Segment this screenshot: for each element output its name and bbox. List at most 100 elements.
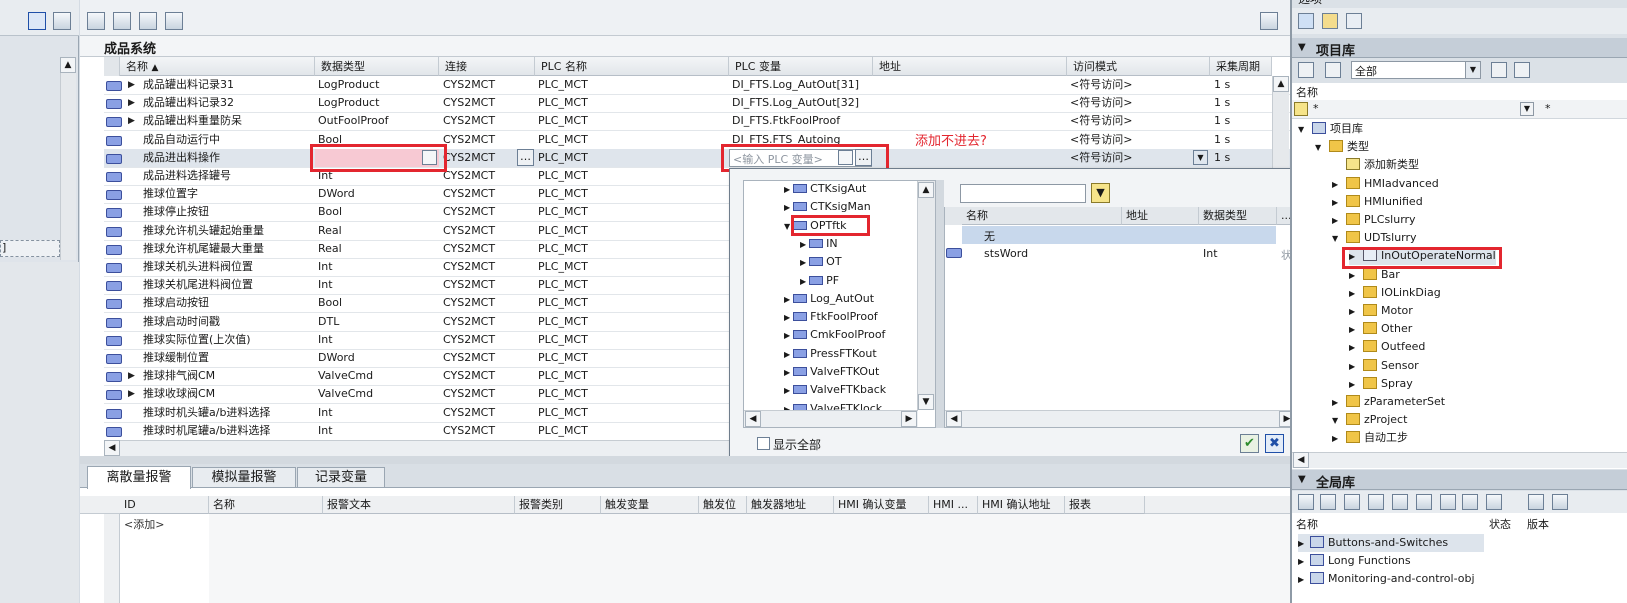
cell-type[interactable]: Int [318, 404, 436, 423]
cell-conn[interactable]: CYS2MCT [443, 313, 533, 332]
global-lib-item[interactable]: ▶ Monitoring-and-control-obj [1298, 570, 1475, 588]
cell-plc[interactable]: PLC_MCT [538, 149, 726, 168]
popup-tree-hscroll[interactable] [744, 410, 918, 427]
collapse-icon[interactable]: ▼ [1298, 42, 1306, 53]
cell-type[interactable]: LogProduct [318, 94, 436, 113]
cell-access[interactable]: <符号访问> [1070, 112, 1206, 131]
expand-icon[interactable]: ▶ [1298, 553, 1310, 571]
lib-hscroll-left[interactable]: ◀ [1293, 452, 1309, 468]
show-all-checkbox[interactable] [757, 437, 770, 450]
cell-type[interactable]: Int [318, 258, 436, 277]
alarm-col-header[interactable]: 触发变量 [601, 496, 699, 514]
expand-icon[interactable]: ▶ [784, 368, 790, 377]
splitter-bar[interactable] [80, 456, 1290, 464]
col-header-connection[interactable]: 连接 [439, 57, 535, 76]
cell-plc[interactable]: PLC_MCT [538, 276, 726, 295]
cell-conn[interactable]: CYS2MCT [443, 167, 533, 186]
cell-plc[interactable]: PLC_MCT [538, 331, 726, 350]
collapse-icon[interactable]: ▼ [1298, 474, 1306, 485]
popup-tree-item[interactable]: ▶ ValveFTKOut [784, 363, 879, 381]
cell-cycle[interactable]: 1 s [1214, 94, 1269, 113]
cell-conn[interactable]: CYS2MCT [443, 422, 533, 441]
cell-conn[interactable]: CYS2MCT [443, 276, 533, 295]
filter-icon[interactable]: ▼ [1091, 183, 1110, 203]
global-col-status[interactable]: 状态 [1489, 516, 1511, 532]
expand-icon[interactable]: ▶ [1349, 339, 1363, 357]
cell-name[interactable]: 推球时机头罐a/b进料选择 [143, 404, 315, 423]
cell-name[interactable]: 推球关机头进料阀位置 [143, 258, 315, 277]
connection-browse-button[interactable]: … [517, 149, 534, 166]
access-mode-dropdown-button[interactable]: ▼ [1193, 150, 1208, 165]
cell-type[interactable]: Int [318, 331, 436, 350]
cell-plc[interactable]: PLC_MCT [538, 258, 726, 277]
lib-filter-text[interactable]: * [1313, 102, 1319, 115]
cell-conn[interactable]: CYS2MCT [443, 240, 533, 259]
cell-name[interactable]: 成品罐出料记录31 [143, 76, 315, 95]
left-scroll-track[interactable] [60, 57, 76, 260]
lib-tree-item[interactable]: ▶ Motor [1349, 302, 1413, 320]
col-header-name[interactable]: 名称 ▲ [120, 57, 315, 76]
alarm-col-header[interactable]: 触发器地址 [747, 496, 834, 514]
expand-icon[interactable]: ▶ [784, 350, 790, 359]
global-lib-tool-icon[interactable] [1528, 494, 1544, 510]
tab-analog-alarm[interactable]: 模拟量报警 [192, 467, 296, 488]
lib-tree-item[interactable]: ▶ HMIunified [1332, 193, 1423, 211]
expand-icon[interactable]: ▼ [784, 222, 790, 231]
global-lib-tool-icon[interactable] [1462, 494, 1478, 510]
left-scroll-up[interactable]: ▲ [60, 57, 76, 73]
lib-tree-item[interactable]: ▶ Outfeed [1349, 338, 1425, 356]
popup-tree-item[interactable]: ▶ Log_AutOut [784, 290, 874, 308]
cell-name[interactable]: 成品自动运行中 [143, 131, 315, 150]
lib-tree-item[interactable]: ▼ 项目库 [1298, 120, 1363, 138]
expand-icon[interactable]: ▶ [800, 240, 806, 249]
lib-tree-item[interactable]: ▶ Sensor [1349, 357, 1419, 375]
expand-icon[interactable]: ▶ [784, 313, 790, 322]
cell-type[interactable]: ValveCmd [318, 367, 436, 386]
alarm-col-header[interactable]: ID [120, 496, 209, 514]
global-lib-tool-icon[interactable] [1392, 494, 1408, 510]
popup-tree-item[interactable]: ▶ OT [800, 253, 842, 271]
expand-icon[interactable]: ▶ [1332, 430, 1346, 448]
col-header-access[interactable]: 访问模式 [1067, 57, 1210, 76]
cell-type[interactable]: DWord [318, 185, 436, 204]
cell-name[interactable]: 推球启动按钮 [143, 294, 315, 313]
lib-tree-item[interactable]: 添加新类型 [1332, 156, 1419, 174]
cell-plc[interactable]: PLC_MCT [538, 185, 726, 204]
expand-icon[interactable]: ▶ [1349, 285, 1363, 303]
popup-tree-hscroll-right[interactable]: ▶ [901, 411, 917, 427]
table-hscrollbar[interactable] [104, 440, 729, 456]
expand-icon[interactable]: ▶ [128, 80, 135, 90]
global-lib-tool-icon[interactable] [1344, 494, 1360, 510]
expand-icon[interactable]: ▶ [128, 98, 135, 108]
add-tag-icon[interactable] [87, 12, 105, 30]
cell-conn[interactable]: CYS2MCT [443, 367, 533, 386]
cell-cycle[interactable]: 1 s [1214, 76, 1269, 95]
col-header-address[interactable]: 地址 [873, 57, 1067, 76]
cell-access[interactable]: <符号访问> [1070, 76, 1206, 95]
cell-name[interactable]: 成品罐出料记录32 [143, 94, 315, 113]
cell-plc[interactable]: PLC_MCT [538, 313, 726, 332]
lib-tree-item[interactable]: ▶ IOLinkDiag [1349, 284, 1441, 302]
cell-conn[interactable]: CYS2MCT [443, 222, 533, 241]
popup-tree-item[interactable]: ▶ FtkFoolProof [784, 308, 878, 326]
cell-name[interactable]: 推球停止按钮 [143, 203, 315, 222]
expand-icon[interactable]: ▶ [1332, 394, 1346, 412]
alarm-col-header[interactable]: HMI 确认变量 [834, 496, 929, 514]
expand-icon[interactable]: ▶ [1332, 212, 1346, 230]
cancel-button[interactable]: ✖ [1265, 434, 1284, 453]
expand-icon[interactable]: ▼ [1298, 121, 1312, 139]
expand-icon[interactable]: ▶ [1349, 376, 1363, 394]
cell-conn[interactable]: CYS2MCT [443, 331, 533, 350]
cell-conn[interactable]: CYS2MCT [443, 203, 533, 222]
cell-plc[interactable]: PLC_MCT [538, 76, 726, 95]
cell-name[interactable]: 推球缓制位置 [143, 349, 315, 368]
table-scroll-up[interactable]: ▲ [1273, 76, 1289, 92]
cell-conn[interactable]: CYS2MCT [443, 258, 533, 277]
alarm-col-header[interactable]: 报警文本 [323, 496, 515, 514]
tab-discrete-alarm[interactable]: 离散量报警 [87, 466, 191, 489]
expand-icon[interactable]: ▶ [784, 295, 790, 304]
popup-tree-item[interactable]: ▶ PressFTKout [784, 345, 877, 363]
alarm-col-header[interactable]: HMI 确认地址 [978, 496, 1065, 514]
cell-plc[interactable]: PLC_MCT [538, 422, 726, 441]
cell-access[interactable]: <符号访问> [1070, 94, 1206, 113]
